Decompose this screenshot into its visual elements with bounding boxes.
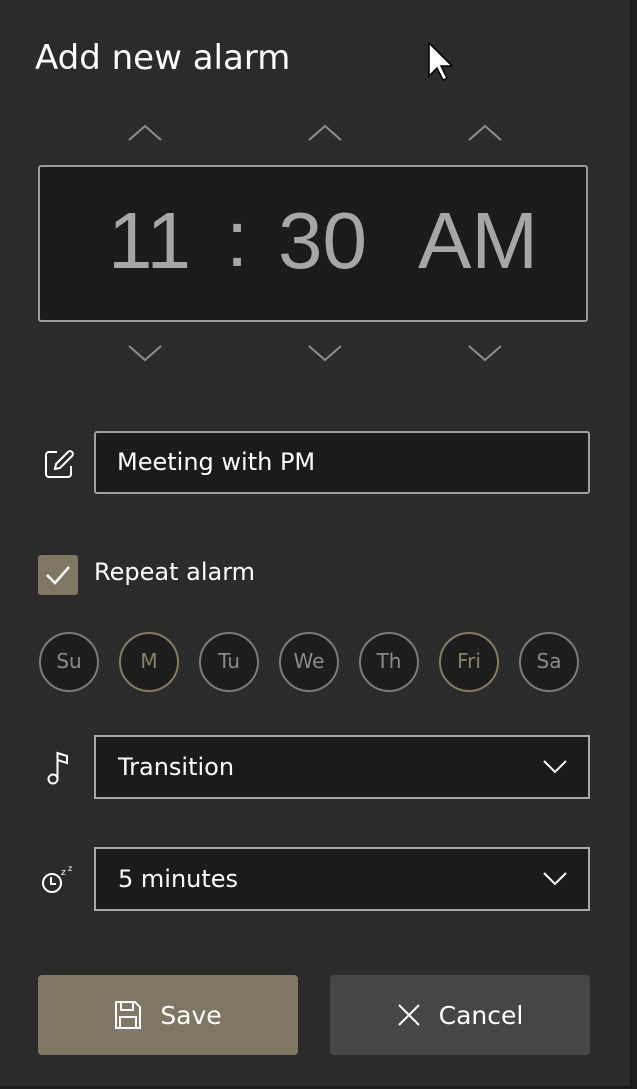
- svg-text:z: z: [68, 865, 72, 873]
- cancel-label: Cancel: [438, 1000, 524, 1030]
- period-value[interactable]: AM: [418, 195, 538, 287]
- close-icon: [397, 1004, 420, 1026]
- edit-icon: [45, 450, 74, 478]
- alarm-sound-value: Transition: [118, 753, 235, 781]
- day-toggle-fri[interactable]: Fri: [439, 632, 499, 692]
- cancel-button[interactable]: Cancel: [330, 975, 590, 1055]
- minute-value[interactable]: 30: [278, 195, 367, 287]
- period-down-chevron-icon[interactable]: [465, 340, 505, 364]
- add-alarm-dialog: Add new alarm 11 : 30 AM Meeting with PM…: [0, 0, 632, 1088]
- save-label: Save: [160, 1000, 222, 1030]
- mouse-cursor-icon: [428, 42, 454, 82]
- save-button[interactable]: Save: [38, 975, 298, 1055]
- repeat-alarm-checkbox[interactable]: [38, 555, 78, 595]
- checkmark-icon: [46, 566, 70, 585]
- day-toggle-sa[interactable]: Sa: [519, 632, 579, 692]
- hour-value[interactable]: 11: [108, 195, 191, 287]
- day-toggle-m[interactable]: M: [119, 632, 179, 692]
- alarm-sound-dropdown[interactable]: Transition: [94, 735, 590, 799]
- repeat-alarm-label[interactable]: Repeat alarm: [94, 558, 255, 586]
- chevron-down-icon: [543, 760, 567, 774]
- day-toggle-we[interactable]: We: [279, 632, 339, 692]
- music-note-icon: [47, 751, 68, 785]
- day-toggle-tu[interactable]: Tu: [199, 632, 259, 692]
- time-picker[interactable]: 11 : 30 AM: [38, 165, 588, 322]
- hour-up-chevron-icon[interactable]: [125, 122, 165, 146]
- chevron-down-icon: [543, 872, 567, 886]
- snooze-time-dropdown[interactable]: 5 minutes: [94, 847, 590, 911]
- alarm-name-input[interactable]: Meeting with PM: [94, 431, 590, 494]
- minute-down-chevron-icon[interactable]: [305, 340, 345, 364]
- day-toggle-su[interactable]: Su: [39, 632, 99, 692]
- svg-text:z: z: [61, 868, 66, 878]
- save-icon: [115, 1001, 142, 1029]
- time-separator: :: [226, 194, 249, 283]
- hour-down-chevron-icon[interactable]: [125, 340, 165, 364]
- snooze-time-value: 5 minutes: [118, 865, 239, 893]
- minute-up-chevron-icon[interactable]: [305, 122, 345, 146]
- day-toggle-th[interactable]: Th: [359, 632, 419, 692]
- dialog-title: Add new alarm: [35, 38, 291, 78]
- snooze-icon: zz: [42, 865, 72, 893]
- period-up-chevron-icon[interactable]: [465, 122, 505, 146]
